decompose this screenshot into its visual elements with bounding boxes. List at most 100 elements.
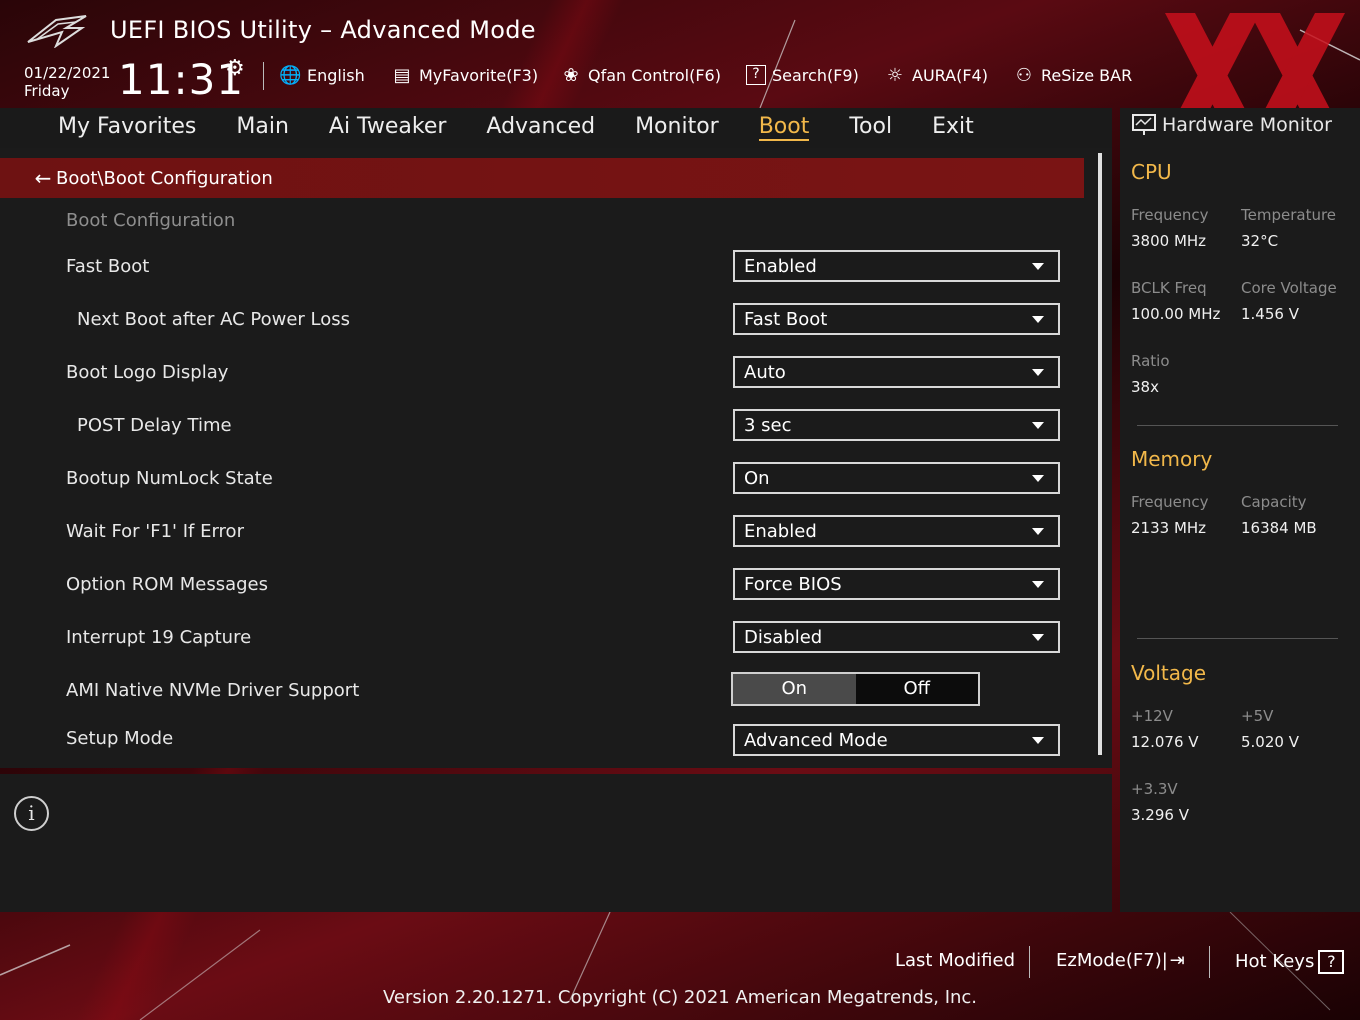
setting-row-fast-boot: Fast Boot Enabled [0, 248, 1084, 288]
v12-label: +12V [1131, 707, 1173, 725]
footer-divider [1209, 946, 1210, 978]
hot-keys-button[interactable]: Hot Keys? [1235, 950, 1345, 974]
header: UEFI BIOS Utility – Advanced Mode 01/22/… [0, 0, 1360, 138]
numlock-dropdown[interactable]: On [733, 462, 1060, 494]
option-rom-dropdown[interactable]: Force BIOS [733, 568, 1060, 600]
cpu-temperature-label: Temperature [1241, 206, 1337, 224]
chevron-down-icon [1032, 316, 1044, 323]
tab-tool[interactable]: Tool [829, 108, 912, 148]
myfavorite-label: MyFavorite(F3) [419, 65, 539, 85]
setting-label: Wait For 'F1' If Error [66, 521, 244, 542]
toggle-on-option[interactable]: On [733, 674, 856, 704]
ezmode-label: EzMode(F7)| [1056, 950, 1168, 971]
cpu-frequency-value: 3800 MHz [1131, 232, 1207, 250]
aura-button[interactable]: ☼ AURA(F4) [884, 62, 988, 88]
last-modified-button[interactable]: Last Modified [895, 950, 1015, 971]
settings-panel: ← Boot\Boot Configuration Boot Configura… [0, 148, 1112, 768]
tab-monitor[interactable]: Monitor [615, 108, 739, 148]
setting-row-setup-mode: Setup Mode Advanced Mode [0, 722, 1084, 762]
aura-label: AURA(F4) [912, 65, 988, 85]
language-button[interactable]: 🌐 English [279, 62, 365, 88]
memory-capacity-value: 16384 MB [1241, 519, 1317, 537]
post-delay-dropdown[interactable]: 3 sec [733, 409, 1060, 441]
tab-exit[interactable]: Exit [912, 108, 994, 148]
setting-label: Next Boot after AC Power Loss [77, 309, 351, 330]
hot-keys-label: Hot Keys [1235, 951, 1315, 972]
qfan-label: Qfan Control(F6) [588, 65, 721, 85]
tab-ai-tweaker[interactable]: Ai Tweaker [309, 108, 467, 148]
bclk-value: 100.00 MHz [1131, 305, 1221, 323]
gear-icon[interactable]: ⚙ [225, 56, 245, 81]
memory-capacity-label: Capacity [1241, 493, 1307, 511]
resize-bar-button[interactable]: ⚇ ReSize BAR [1013, 62, 1132, 88]
setting-row-wait-f1: Wait For 'F1' If Error Enabled [0, 513, 1084, 553]
section-title: Boot Configuration [66, 210, 236, 231]
tab-boot[interactable]: Boot [739, 108, 830, 148]
tab-advanced[interactable]: Advanced [466, 108, 615, 148]
ratio-label: Ratio [1131, 352, 1170, 370]
rog-logo [27, 15, 87, 48]
globe-icon: 🌐 [279, 64, 302, 86]
header-divider [263, 62, 264, 90]
v5-value: 5.020 V [1241, 733, 1299, 751]
fast-boot-dropdown[interactable]: Enabled [733, 250, 1060, 282]
chevron-down-icon [1032, 475, 1044, 482]
myfavorite-button[interactable]: ▤ MyFavorite(F3) [391, 62, 538, 88]
hw-divider [1137, 425, 1338, 426]
memory-frequency-label: Frequency [1131, 493, 1209, 511]
chevron-down-icon [1032, 634, 1044, 641]
hw-divider [1137, 638, 1338, 639]
voltage-heading: Voltage [1131, 661, 1207, 685]
wait-f1-dropdown[interactable]: Enabled [733, 515, 1060, 547]
breadcrumb-bar: ← Boot\Boot Configuration [0, 158, 1084, 198]
core-voltage-value: 1.456 V [1241, 305, 1299, 323]
v5-label: +5V [1241, 707, 1274, 725]
day-text: Friday [24, 82, 70, 100]
search-help-icon: ? [746, 65, 766, 85]
setting-row-next-boot: Next Boot after AC Power Loss Fast Boot [0, 301, 1084, 341]
app-title: UEFI BIOS Utility – Advanced Mode [110, 16, 536, 44]
exit-arrow-icon: ⇥ [1169, 950, 1185, 971]
tab-main[interactable]: Main [216, 108, 309, 148]
setting-label: AMI Native NVMe Driver Support [66, 680, 360, 701]
nvme-driver-toggle[interactable]: On Off [731, 672, 980, 706]
search-label: Search(F9) [772, 65, 859, 85]
ratio-value: 38x [1131, 378, 1159, 396]
cpu-frequency-label: Frequency [1131, 206, 1209, 224]
chevron-down-icon [1032, 422, 1044, 429]
resize-bar-icon: ⚇ [1015, 64, 1033, 86]
back-arrow-icon[interactable]: ← [0, 166, 56, 190]
chevron-down-icon [1032, 263, 1044, 270]
setting-row-boot-logo: Boot Logo Display Auto [0, 354, 1084, 394]
fan-icon: ❀ [563, 64, 579, 86]
scrollbar[interactable] [1098, 153, 1102, 755]
monitor-icon [1132, 114, 1156, 135]
setting-row-interrupt19: Interrupt 19 Capture Disabled [0, 619, 1084, 659]
setting-row-numlock: Bootup NumLock State On [0, 460, 1084, 500]
main-menu-tabs: My Favorites Main Ai Tweaker Advanced Mo… [0, 108, 1112, 148]
chevron-down-icon [1032, 369, 1044, 376]
setup-mode-dropdown[interactable]: Advanced Mode [733, 724, 1060, 756]
help-info-panel: i [0, 774, 1112, 912]
info-icon: i [14, 796, 49, 831]
next-boot-dropdown[interactable]: Fast Boot [733, 303, 1060, 335]
aura-light-icon: ☼ [886, 64, 904, 86]
chevron-down-icon [1032, 581, 1044, 588]
setting-row-nvme-driver: AMI Native NVMe Driver Support On Off [0, 672, 1084, 712]
ezmode-button[interactable]: EzMode(F7)| ⇥ [1056, 950, 1185, 971]
cpu-heading: CPU [1131, 160, 1172, 184]
v33-label: +3.3V [1131, 780, 1178, 798]
boot-logo-dropdown[interactable]: Auto [733, 356, 1060, 388]
toggle-off-option[interactable]: Off [856, 674, 979, 704]
tab-my-favorites[interactable]: My Favorites [0, 108, 216, 148]
setting-label: Setup Mode [66, 728, 174, 749]
language-label: English [307, 65, 365, 85]
v33-value: 3.296 V [1131, 806, 1189, 824]
hardware-monitor-panel: Hardware Monitor CPU Frequency Temperatu… [1120, 108, 1360, 912]
setting-label: Interrupt 19 Capture [66, 627, 252, 648]
search-button[interactable]: ? Search(F9) [746, 62, 859, 88]
qfan-control-button[interactable]: ❀ Qfan Control(F6) [560, 62, 721, 88]
breadcrumb: Boot\Boot Configuration [56, 167, 273, 189]
date-text: 01/22/2021 [24, 64, 111, 82]
interrupt19-dropdown[interactable]: Disabled [733, 621, 1060, 653]
